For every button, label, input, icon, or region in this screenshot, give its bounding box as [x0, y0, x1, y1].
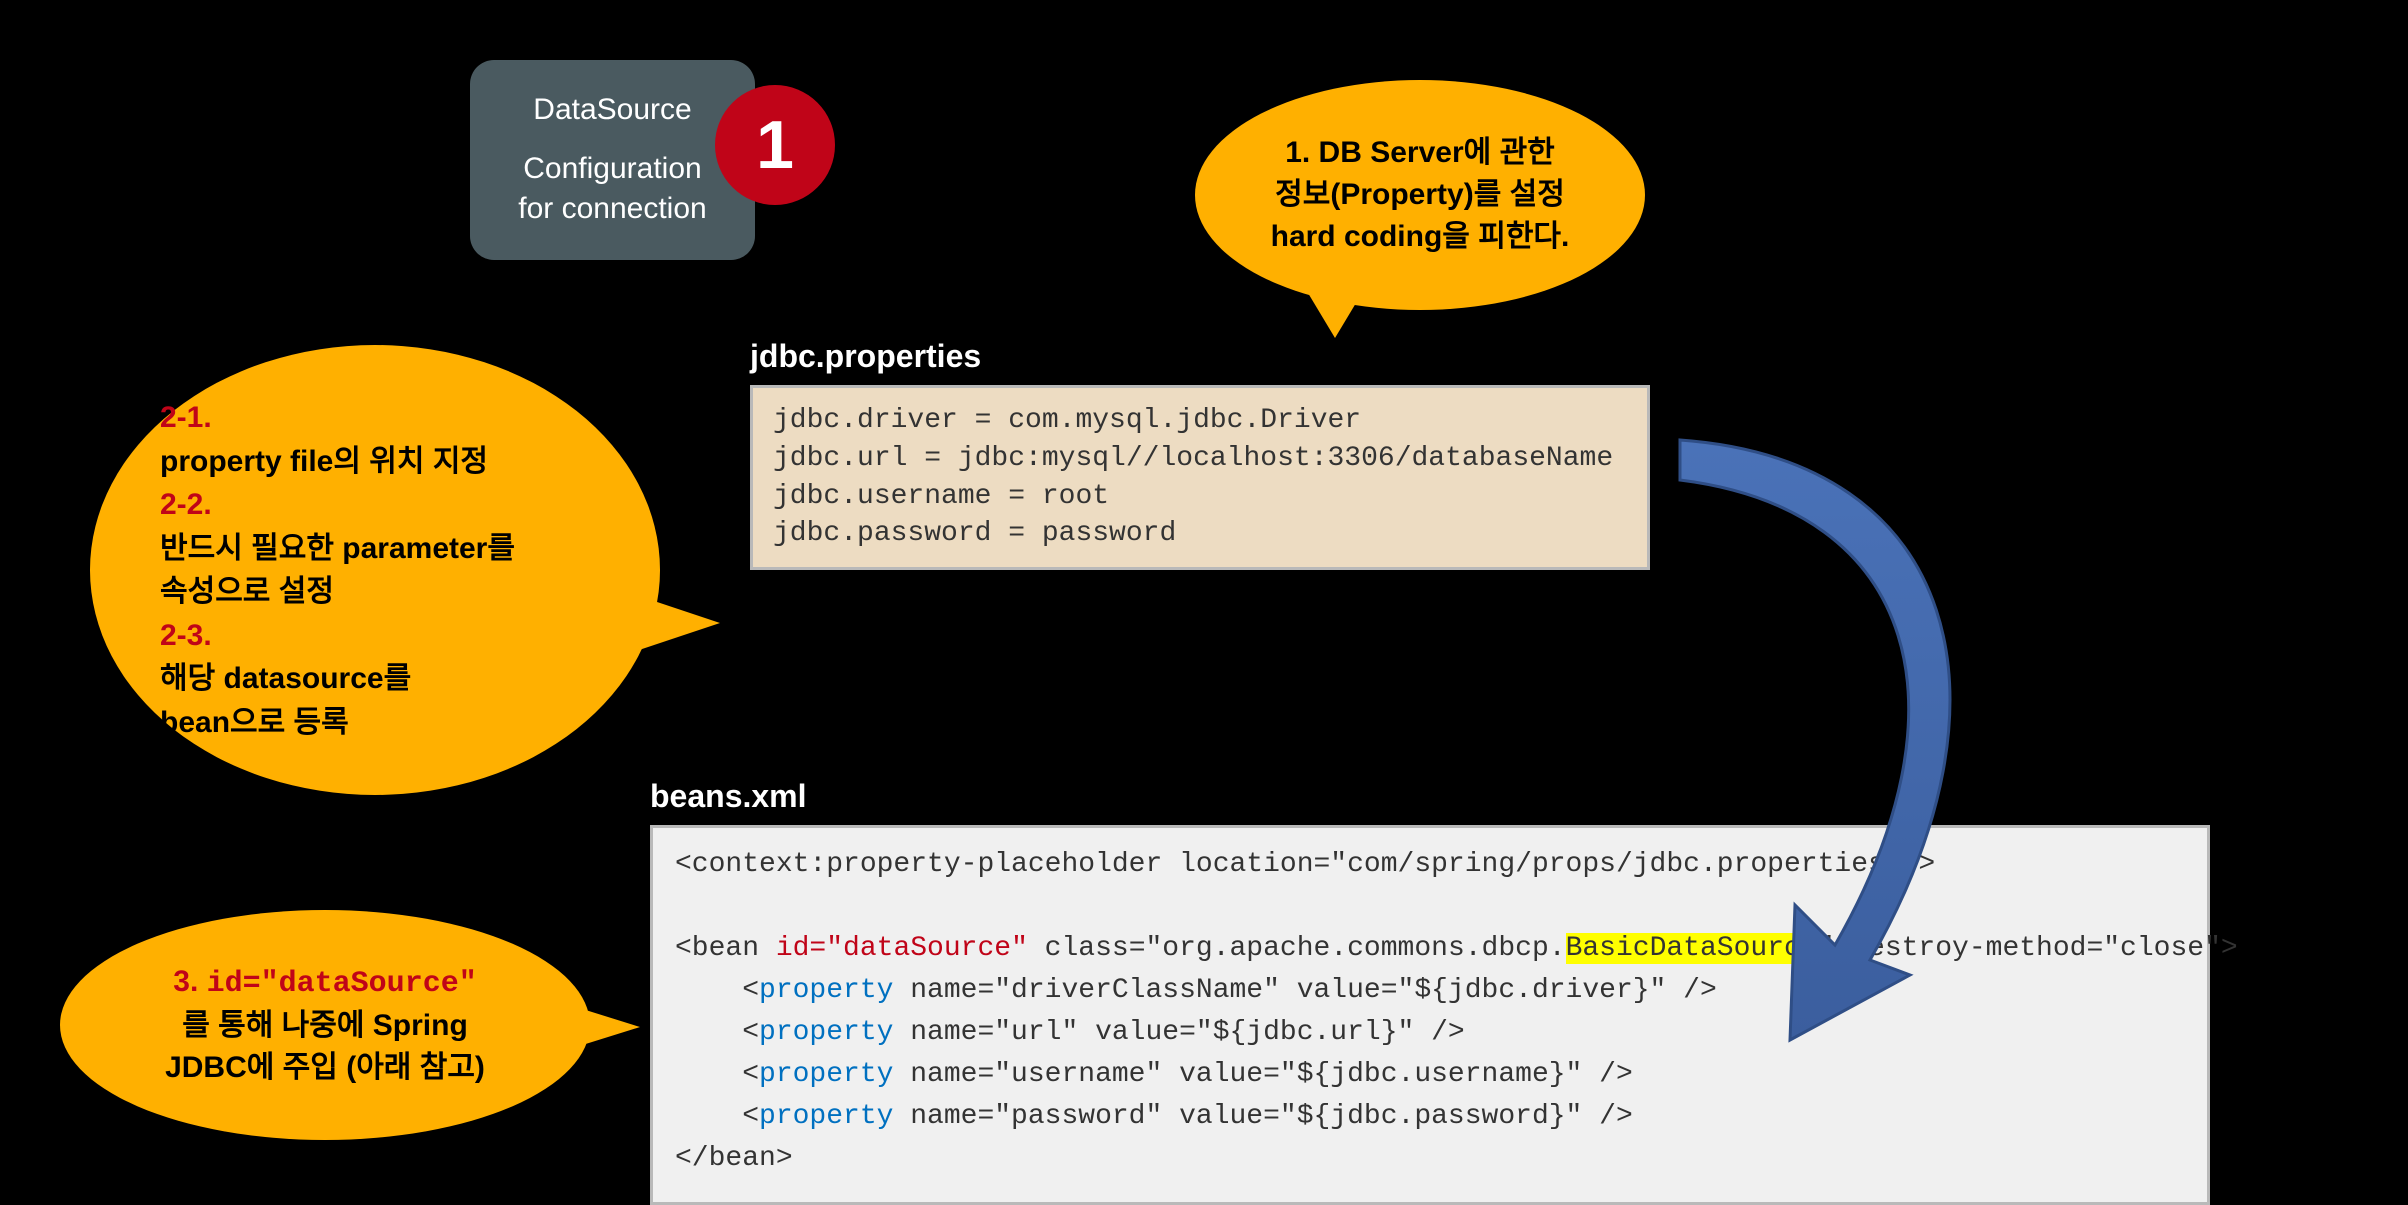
bx-prop3: property [759, 975, 893, 1006]
c2-l1: property file의 위치 지정 [160, 440, 515, 484]
bx-l7: </bean> [675, 1143, 793, 1174]
callout1-line2: 정보(Property)를 설정 [1271, 174, 1570, 216]
c2-h2: 2-2. [160, 483, 515, 527]
bx-l2a: <bean [675, 933, 776, 964]
bx-l4a: < [675, 1017, 759, 1048]
bx-l3b: name="driverClassName" value="${jdbc.dri… [893, 975, 1716, 1006]
bx-prop4: property [759, 1017, 893, 1048]
c2-h1: 2-1. [160, 396, 515, 440]
c3-line2: 를 통해 나중에 Spring [165, 1005, 485, 1047]
jdbc-properties-code: jdbc.driver = com.mysql.jdbc.Driver jdbc… [750, 385, 1650, 570]
c2-l3a: 해당 datasource를 [160, 657, 515, 701]
bx-l2d: BasicDataSource [1566, 933, 1818, 964]
c2-l2b: 속성으로 설정 [160, 570, 515, 614]
callout1-line1: 1. DB Server에 관한 [1271, 132, 1570, 174]
bx-prop6: property [759, 1101, 893, 1132]
c3-line1: 3. id="dataSource" [165, 961, 485, 1005]
jdbc-properties-title: jdbc.properties [750, 338, 981, 375]
ds-line2: Configuration [523, 149, 701, 190]
bx-l3a: < [675, 975, 759, 1006]
c3-line3: JDBC에 주입 (아래 참고) [165, 1047, 485, 1089]
beans-xml-title: beans.xml [650, 778, 807, 815]
bx-l4b: name="url" value="${jdbc.url}" /> [893, 1017, 1464, 1048]
bx-l2c: class="org.apache.commons.dbcp. [1028, 933, 1566, 964]
callout-steps-2: 2-1. property file의 위치 지정 2-2. 반드시 필요한 p… [90, 345, 660, 795]
ds-line3: for connection [518, 189, 706, 230]
bx-l2b: id="dataSource" [776, 933, 1028, 964]
ds-line1: DataSource [533, 90, 691, 131]
c2-l2a: 반드시 필요한 parameter를 [160, 527, 515, 571]
callout-db-server-info: 1. DB Server에 관한 정보(Property)를 설정 hard c… [1195, 80, 1645, 310]
bx-l2e: " destroy-method="close"> [1818, 933, 2238, 964]
beans-xml-code: <context:property-placeholder location="… [650, 825, 2210, 1205]
bx-l6a: < [675, 1101, 759, 1132]
callout1-line3: hard coding을 피한다. [1271, 216, 1570, 258]
c3-prefix: 3. [173, 965, 206, 998]
c2-l3b: bean으로 등록 [160, 701, 515, 745]
c3-code: id="dataSource" [207, 967, 477, 1001]
step-badge-1: 1 [715, 85, 835, 205]
bx-l1: <context:property-placeholder location="… [675, 849, 1935, 880]
bx-l5a: < [675, 1059, 759, 1090]
c2-h3: 2-3. [160, 614, 515, 658]
bx-l6b: name="password" value="${jdbc.password}"… [893, 1101, 1632, 1132]
bx-prop5: property [759, 1059, 893, 1090]
bx-l5b: name="username" value="${jdbc.username}"… [893, 1059, 1632, 1090]
datasource-config-box: DataSource Configuration for connection [470, 60, 755, 260]
callout-step-3: 3. id="dataSource" 를 통해 나중에 Spring JDBC에… [60, 910, 590, 1140]
